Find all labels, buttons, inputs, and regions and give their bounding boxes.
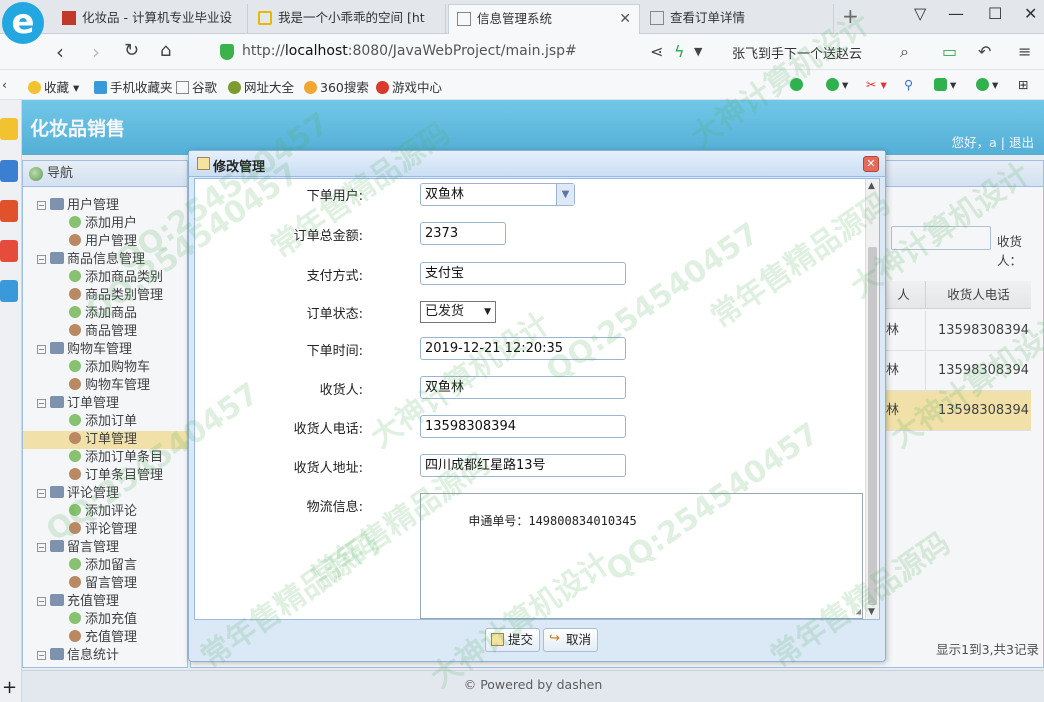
page-icon	[176, 81, 189, 94]
search-input[interactable]: 张飞到手下一个送赵云	[722, 39, 922, 65]
browser-tab[interactable]: 我是一个小乖乖的空间 [ht	[250, 4, 446, 34]
order-total-input[interactable]: 2373	[420, 222, 506, 245]
order-user-label: 下单用户:	[306, 189, 363, 204]
add-panel-icon[interactable]: +	[2, 677, 17, 698]
receiver-address-input[interactable]: 四川成都红星路13号	[420, 454, 626, 477]
receiver-phone-input[interactable]: 13598308394	[420, 415, 626, 438]
phone-icon	[94, 81, 107, 94]
chevron-down-icon[interactable]: ▼	[556, 184, 574, 205]
close-tab-icon[interactable]: ✕	[619, 5, 631, 33]
url-field[interactable]: http://localhost:8080/JavaWebProject/mai…	[212, 39, 712, 65]
bookmark-item[interactable]: 收藏 ▾	[28, 77, 79, 96]
forward-icon[interactable]: ›	[92, 40, 100, 64]
order-user-combobox[interactable]: 双鱼林 ▼	[420, 183, 575, 206]
submit-button[interactable]: 提交	[485, 628, 541, 652]
dialog-title: 修改管理	[213, 160, 266, 175]
url-text: http://localhost:8080/JavaWebProject/mai…	[242, 43, 577, 59]
game-icon	[376, 81, 389, 94]
skin-icon[interactable]: ▽	[914, 4, 926, 23]
logistics-label: 物流信息:	[306, 500, 363, 515]
maximize-icon[interactable]: ☐	[988, 4, 1002, 23]
currency-icon[interactable]: ▾	[976, 77, 998, 92]
favorites-icon[interactable]	[0, 118, 18, 140]
scrollbar-thumb[interactable]	[868, 247, 877, 605]
lightning-icon[interactable]: ϟ	[674, 42, 685, 61]
weibo-icon[interactable]	[0, 200, 18, 222]
scroll-up-icon[interactable]: ▲	[868, 181, 875, 191]
browser-tab[interactable]: 查看订单详情	[642, 4, 834, 34]
bookmark-item[interactable]: 360搜索	[304, 77, 369, 96]
address-bar: ‹ › ↻ ⌂ http://localhost:8080/JavaWebPro…	[0, 34, 1044, 70]
order-total-label: 订单总金额:	[293, 229, 363, 244]
star-icon	[28, 81, 41, 94]
order-status-select[interactable]: 已发货 ▼	[420, 301, 496, 323]
bookmark-item[interactable]: 手机收藏夹	[94, 77, 173, 96]
receiver-label: 收货人:	[319, 383, 363, 398]
page-icon	[457, 12, 471, 26]
scroll-down-icon[interactable]: ▼	[868, 607, 875, 617]
globe-icon	[228, 81, 241, 94]
page-icon	[650, 11, 664, 25]
home-icon[interactable]: ⌂	[160, 40, 171, 61]
browser-tab-active[interactable]: 信息管理系统 ✕	[448, 4, 640, 34]
dialog-form: 下单用户: 双鱼林 ▼ 订单总金额: 2373 支付方式: 支付宝 订单状态: …	[194, 178, 880, 620]
dropdown-arrow-icon: ▼	[484, 307, 491, 317]
receiver-input[interactable]: 双鱼林	[420, 376, 626, 399]
edit-order-dialog: 修改管理 ✕ 下单用户: 双鱼林 ▼ 订单总金额: 2373 支付方式: 支付宝…	[188, 150, 886, 662]
sidebar-strip: +	[0, 100, 22, 702]
receiver-phone-label: 收货人电话:	[293, 422, 363, 437]
bookmark-item[interactable]: 网址大全	[228, 77, 294, 96]
share-icon[interactable]: ⋖	[650, 42, 663, 61]
mail-icon[interactable]	[0, 240, 18, 262]
cancel-button[interactable]: ↪ 取消	[543, 628, 599, 652]
payment-method-label: 支付方式:	[306, 269, 363, 284]
translate-icon[interactable]: ▾	[826, 77, 848, 92]
order-time-label: 下单时间:	[306, 344, 363, 359]
order-status-label: 订单状态:	[306, 307, 363, 322]
list-icon[interactable]	[0, 160, 18, 182]
bookmarks-left-arrow-icon[interactable]: ‹	[2, 77, 7, 92]
bookmark-item[interactable]: 谷歌	[176, 77, 217, 96]
payment-method-input[interactable]: 支付宝	[420, 262, 626, 285]
refresh-icon[interactable]: ↻	[124, 40, 139, 61]
360-search-icon	[304, 81, 317, 94]
tab-title: 我是一个小乖乖的空间 [ht	[278, 10, 425, 25]
browser-logo-icon: e	[2, 2, 44, 44]
magnifier-icon[interactable]: ⚲	[904, 77, 913, 92]
resize-handle-icon[interactable]: ◢	[856, 607, 861, 617]
undo-arrow-icon: ↪	[549, 631, 560, 646]
minimize-icon[interactable]: —	[948, 4, 964, 23]
edit-icon	[491, 633, 504, 646]
tab-title: 查看订单详情	[670, 10, 746, 25]
order-time-input[interactable]: 2019-12-21 12:20:35	[420, 337, 626, 360]
close-dialog-icon[interactable]: ✕	[863, 156, 879, 172]
menu-icon[interactable]: ≡	[1018, 42, 1031, 61]
dialog-title-bar[interactable]: 修改管理 ✕	[189, 151, 885, 177]
dialog-scrollbar[interactable]: ▲ ▼	[865, 179, 879, 619]
logistics-textarea[interactable]: 申通单号：149800834010345 ◢	[420, 493, 863, 619]
browser-tab[interactable]: 化妆品 - 计算机专业毕业设	[54, 4, 248, 34]
browser-tab-bar: 化妆品 - 计算机专业毕业设 我是一个小乖乖的空间 [ht 信息管理系统 ✕ 查…	[0, 0, 1044, 34]
site-favicon-icon	[62, 11, 76, 25]
apps-icon[interactable]: ⊞	[1018, 77, 1028, 92]
gamepad-icon[interactable]: ▾	[934, 77, 956, 92]
edit-icon	[197, 157, 210, 170]
scissors-icon[interactable]: ✂ ▾	[866, 77, 887, 92]
battery-icon[interactable]: ▭	[942, 42, 957, 61]
chevron-down-icon[interactable]: ▼	[694, 45, 702, 58]
chat-icon[interactable]	[790, 77, 806, 92]
bookmark-item[interactable]: 游戏中心	[376, 77, 442, 96]
undo-icon[interactable]: ↶	[978, 42, 991, 61]
secure-shield-icon	[220, 44, 234, 60]
search-icon[interactable]: ⌕	[900, 42, 909, 62]
close-window-icon[interactable]: ✕	[1024, 4, 1037, 23]
tab-title: 信息管理系统	[477, 11, 553, 26]
chat-bubble-icon[interactable]	[0, 280, 18, 302]
back-icon[interactable]: ‹	[56, 40, 64, 64]
star-icon	[258, 11, 272, 25]
receiver-address-label: 收货人地址:	[293, 461, 363, 476]
new-tab-icon[interactable]: +	[842, 4, 859, 28]
tab-title: 化妆品 - 计算机专业毕业设	[82, 10, 232, 25]
bookmarks-bar: ‹ 收藏 ▾ 手机收藏夹 谷歌 网址大全 360搜索 游戏中心 ▾ ✂ ▾ ⚲ …	[0, 70, 1044, 100]
